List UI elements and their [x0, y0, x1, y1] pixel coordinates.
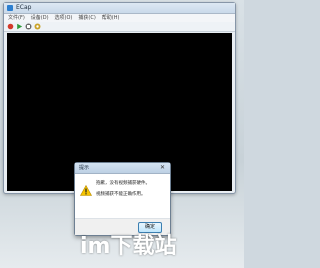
stop-icon[interactable] — [25, 23, 32, 30]
menu-bar: 文件(F) 设备(D) 选项(O) 捕获(C) 帮助(H) — [4, 14, 235, 22]
menu-help[interactable]: 帮助(H) — [102, 14, 120, 22]
menu-device[interactable]: 设备(D) — [31, 14, 49, 22]
menu-file[interactable]: 文件(F) — [8, 14, 25, 22]
toolbar — [4, 22, 235, 32]
warning-icon — [79, 181, 93, 196]
app-icon — [7, 5, 13, 11]
window-titlebar[interactable]: ECap — [4, 3, 235, 14]
site-watermark: im下载站 — [80, 234, 177, 259]
dialog-body: 抱歉，没有视频捕获硬件。 视频捕获不能正确作用。 确定 — [75, 174, 170, 235]
warning-dialog: 提示 ✕ 抱歉，没有视频捕获硬件。 视频捕获不能正确作用。 确定 — [74, 162, 171, 236]
play-icon[interactable] — [16, 23, 23, 30]
menu-options[interactable]: 选项(O) — [55, 14, 73, 22]
dialog-titlebar[interactable]: 提示 ✕ — [75, 163, 170, 174]
menu-capture[interactable]: 捕获(C) — [78, 14, 95, 22]
settings-icon[interactable] — [34, 23, 41, 30]
record-icon[interactable] — [7, 23, 14, 30]
window-title: ECap — [16, 4, 32, 11]
dialog-message-line1: 抱歉，没有视频捕获硬件。 — [96, 181, 150, 186]
close-icon[interactable]: ✕ — [158, 164, 167, 172]
dialog-message-line2: 视频捕获不能正确作用。 — [96, 192, 146, 197]
dialog-title: 提示 — [79, 165, 90, 171]
